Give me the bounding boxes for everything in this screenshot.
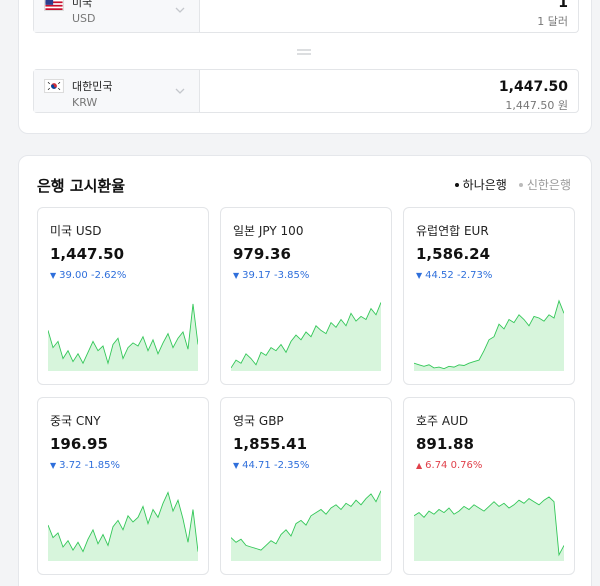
card-rate: 1,447.50 [50,245,125,263]
chevron-down-icon [175,88,185,94]
from-currency-select[interactable]: 미국 USD [34,0,200,32]
change-amount: 3.72 [59,460,82,471]
change-percent: -2.62% [90,270,127,281]
bank-rates-panel: 은행 고시환율 하나은행 신한은행 미국 USD 1,447.50 ▼ 39.00 … [18,155,592,586]
sparkline-chart [48,303,198,371]
tab-label: 하나은행 [462,178,507,192]
change-percent: 0.76% [450,460,483,471]
card-change: ▼ 44.71 -2.35% [233,460,309,471]
from-currency-row: 미국 USD 1 1 달러 [33,0,579,33]
sparkline-chart [231,302,381,371]
section-title: 은행 고시환율 [37,177,126,195]
card-rate: 1,855.41 [233,435,308,453]
change-percent: -2.35% [273,460,310,471]
from-amount-text: 1 달러 [537,15,568,28]
from-country-name: 미국 [72,0,93,9]
card-change: ▼ 3.72 -1.85% [50,460,120,471]
rate-card-cny[interactable]: 중국 CNY 196.95 ▼ 3.72 -1.85% [37,397,209,575]
change-triangle-icon: ▼ [233,271,240,280]
sparkline-area [48,492,198,561]
inactive-dot-icon [518,182,523,187]
card-change: ▲ 6.74 0.76% [416,460,482,471]
change-triangle-icon: ▼ [50,461,57,470]
card-currency-name: 일본 JPY 100 [233,224,304,238]
change-amount: 39.17 [242,270,271,281]
card-currency-name: 호주 AUD [416,414,469,428]
sparkline-chart [414,299,564,371]
kr-flag-icon [44,79,64,93]
change-triangle-icon: ▼ [233,461,240,470]
to-currency-select[interactable]: 대한민국 KRW [34,70,200,112]
change-triangle-icon: ▲ [416,461,423,470]
card-change: ▼ 39.17 -3.85% [233,270,309,281]
change-percent: -2.73% [456,270,493,281]
from-amount-input[interactable]: 1 [558,0,568,11]
sparkline-area [48,303,198,371]
to-currency-row: 대한민국 KRW 1,447.50 1,447.50 원 [33,69,579,113]
rate-card-jpy[interactable]: 일본 JPY 100 979.36 ▼ 39.17 -3.85% [220,207,392,385]
card-change: ▼ 44.52 -2.73% [416,270,492,281]
sparkline-chart [231,490,381,561]
currency-converter: 미국 USD 1 1 달러 대한민국 KRW 1,447.50 1,447.50… [18,0,592,134]
to-amount-input[interactable]: 1,447.50 [499,79,568,95]
card-rate: 891.88 [416,435,474,453]
from-currency-code: USD [72,12,96,25]
sparkline-chart [48,491,198,561]
change-triangle-icon: ▼ [416,271,423,280]
equals-icon [297,49,311,55]
change-percent: -1.85% [84,460,120,471]
rate-card-eur[interactable]: 유럽연합 EUR 1,586.24 ▼ 44.52 -2.73% [403,207,575,385]
tab-hana-bank[interactable]: 하나은행 [454,178,507,192]
tab-label: 신한은행 [526,178,571,192]
rate-card-aud[interactable]: 호주 AUD 891.88 ▲ 6.74 0.76% [403,397,575,575]
card-currency-name: 유럽연합 EUR [416,224,489,238]
change-amount: 44.52 [425,270,454,281]
rate-card-gbp[interactable]: 영국 GBP 1,855.41 ▼ 44.71 -2.35% [220,397,392,575]
to-currency-code: KRW [72,96,98,109]
change-amount: 6.74 [425,460,448,471]
to-country-name: 대한민국 [72,80,113,93]
sparkline-area [231,490,381,561]
active-dot-icon [454,182,459,187]
card-rate: 196.95 [50,435,108,453]
card-currency-name: 중국 CNY [50,414,101,428]
bank-tabs: 하나은행 신한은행 [454,176,571,193]
change-percent: -3.85% [273,270,310,281]
card-rate: 1,586.24 [416,245,491,263]
change-amount: 39.00 [59,270,88,281]
sparkline-chart [414,496,564,561]
card-currency-name: 미국 USD [50,224,102,238]
card-currency-name: 영국 GBP [233,414,284,428]
card-change: ▼ 39.00 -2.62% [50,270,126,281]
rate-card-usd[interactable]: 미국 USD 1,447.50 ▼ 39.00 -2.62% [37,207,209,385]
change-triangle-icon: ▼ [50,271,57,280]
us-flag-icon [44,0,64,11]
chevron-down-icon [175,7,185,13]
card-rate: 979.36 [233,245,291,263]
sparkline-area [231,302,381,371]
tab-shinhan-bank[interactable]: 신한은행 [518,178,571,192]
change-amount: 44.71 [242,460,271,471]
sparkline-area [414,300,564,371]
to-amount-text: 1,447.50 원 [505,99,568,112]
